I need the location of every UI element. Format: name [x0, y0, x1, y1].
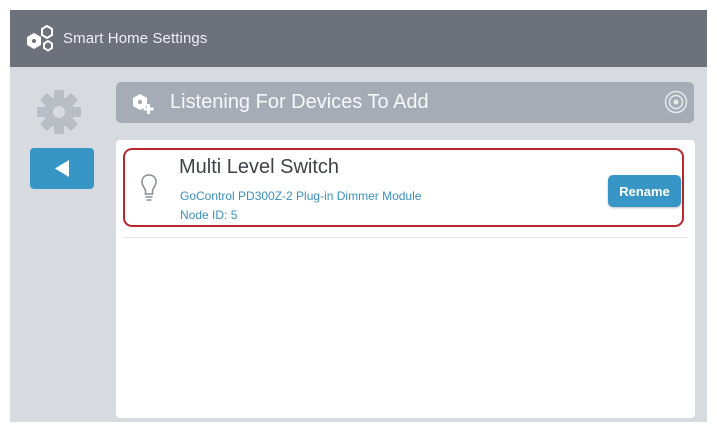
rename-button[interactable]: Rename [608, 175, 681, 207]
lightbulb-icon [141, 174, 157, 201]
device-row[interactable]: Multi Level Switch GoControl PD300Z-2 Pl… [123, 148, 684, 227]
scanning-spinner-icon [664, 90, 688, 114]
listening-status-text: Listening For Devices To Add [170, 91, 429, 113]
listening-status-bar: Listening For Devices To Add [116, 82, 694, 123]
app-title: Smart Home Settings [63, 30, 208, 47]
device-name: Multi Level Switch [179, 156, 340, 178]
device-model: GoControl PD300Z-2 Plug-in Dimmer Module [180, 189, 422, 203]
gear-icon[interactable] [36, 89, 82, 135]
device-node-id: Node ID: 5 [180, 208, 238, 222]
device-list: Multi Level Switch GoControl PD300Z-2 Pl… [116, 140, 695, 418]
add-device-icon [133, 94, 154, 114]
title-bar: Smart Home Settings [10, 10, 707, 67]
smart-home-hex-icon [27, 24, 53, 52]
row-divider [123, 237, 688, 238]
back-arrow-icon [55, 160, 69, 177]
back-button[interactable] [30, 148, 94, 189]
app-screen: Smart Home Settings Listening For Device… [10, 10, 707, 422]
